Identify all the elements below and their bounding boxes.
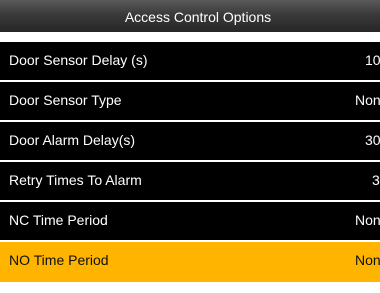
menu-item-value: None [355,212,380,228]
menu-item-value: None [355,252,380,268]
menu-item-label: Door Sensor Type [9,92,122,108]
menu-item-label: Door Sensor Delay (s) [9,52,148,68]
menu-item-label: NO Time Period [9,252,109,268]
menu-item-value: 10 [365,52,380,68]
menu-item-door-sensor-type[interactable]: Door Sensor Type None [0,82,380,122]
settings-menu: Door Sensor Delay (s) 10 Door Sensor Typ… [0,42,380,282]
menu-item-nc-time-period[interactable]: NC Time Period None [0,202,380,242]
menu-item-door-sensor-delay[interactable]: Door Sensor Delay (s) 10 [0,42,380,82]
menu-item-value: 3 [372,172,380,188]
access-control-options-screen: Access Control Options Door Sensor Delay… [0,0,380,293]
title-bar: Access Control Options [0,0,380,32]
menu-item-no-time-period[interactable]: NO Time Period None [0,242,380,282]
menu-item-value: None [355,92,380,108]
page-title: Access Control Options [124,9,272,25]
menu-item-label: Retry Times To Alarm [9,172,142,188]
menu-item-retry-times-to-alarm[interactable]: Retry Times To Alarm 3 [0,162,380,202]
menu-item-label: NC Time Period [9,212,108,228]
menu-item-label: Door Alarm Delay(s) [9,132,136,148]
menu-item-door-alarm-delay[interactable]: Door Alarm Delay(s) 30 [0,122,380,162]
menu-item-value: 30 [365,132,380,148]
